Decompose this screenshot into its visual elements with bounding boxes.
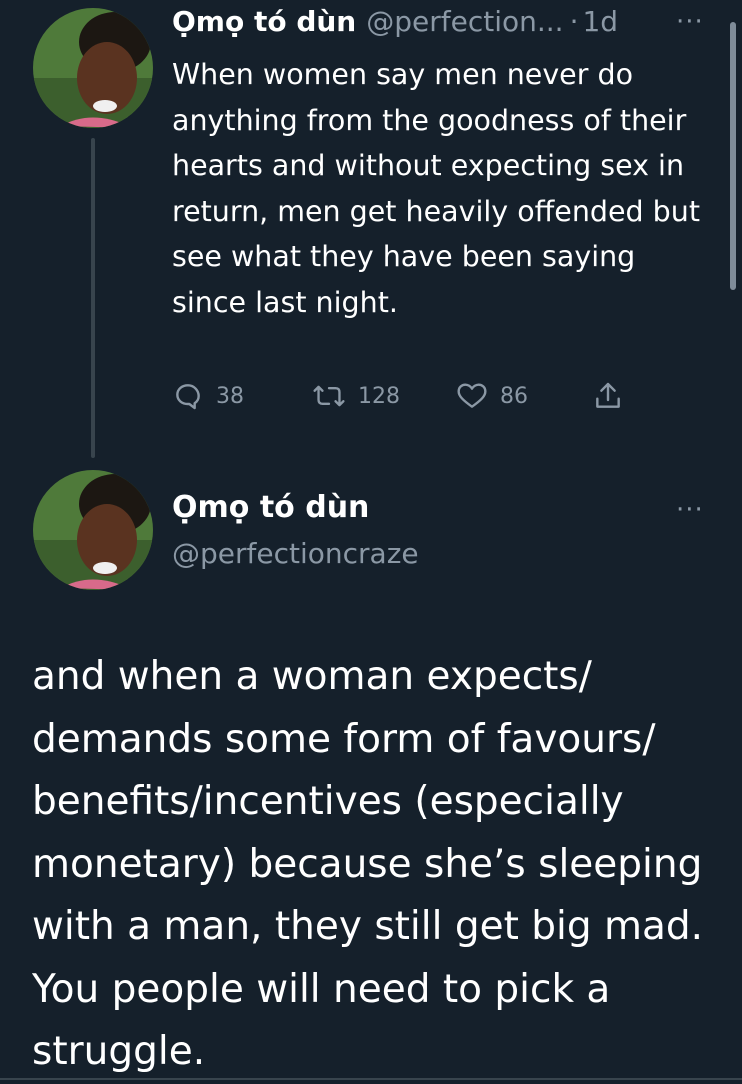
reply-icon [172,380,204,412]
retweet-count: 128 [358,383,400,409]
tweet-text: When women say men never do anything fro… [172,58,701,319]
thread-line [91,138,95,458]
tweet-header: Ọmọ tó dùn @perfection... · 1d [172,2,712,42]
tweet-text: and when a woman expects/ demands some f… [32,654,704,1074]
timestamp[interactable]: 1d [582,2,618,42]
share-icon [592,380,624,412]
more-options-button[interactable]: ··· [676,497,704,523]
reply-count: 38 [216,383,244,409]
separator: · [569,5,579,38]
avatar[interactable] [33,8,153,128]
retweet-icon [312,380,346,412]
retweet-button[interactable]: 128 [312,380,400,412]
display-name[interactable]: Ọmọ tó dùn [172,2,356,42]
user-handle[interactable]: @perfectioncraze [172,534,419,574]
share-button[interactable] [592,380,624,412]
user-handle[interactable]: @perfection... [366,2,563,42]
display-name[interactable]: Ọmọ tó dùn [172,488,369,528]
like-count: 86 [500,383,528,409]
more-options-button[interactable]: ··· [676,9,704,35]
reply-button[interactable]: 38 [172,380,244,412]
avatar[interactable] [33,470,153,590]
scrollbar[interactable] [730,22,736,290]
like-icon [456,380,488,412]
tweet-actions: 38 128 86 [172,380,652,424]
like-button[interactable]: 86 [456,380,528,412]
